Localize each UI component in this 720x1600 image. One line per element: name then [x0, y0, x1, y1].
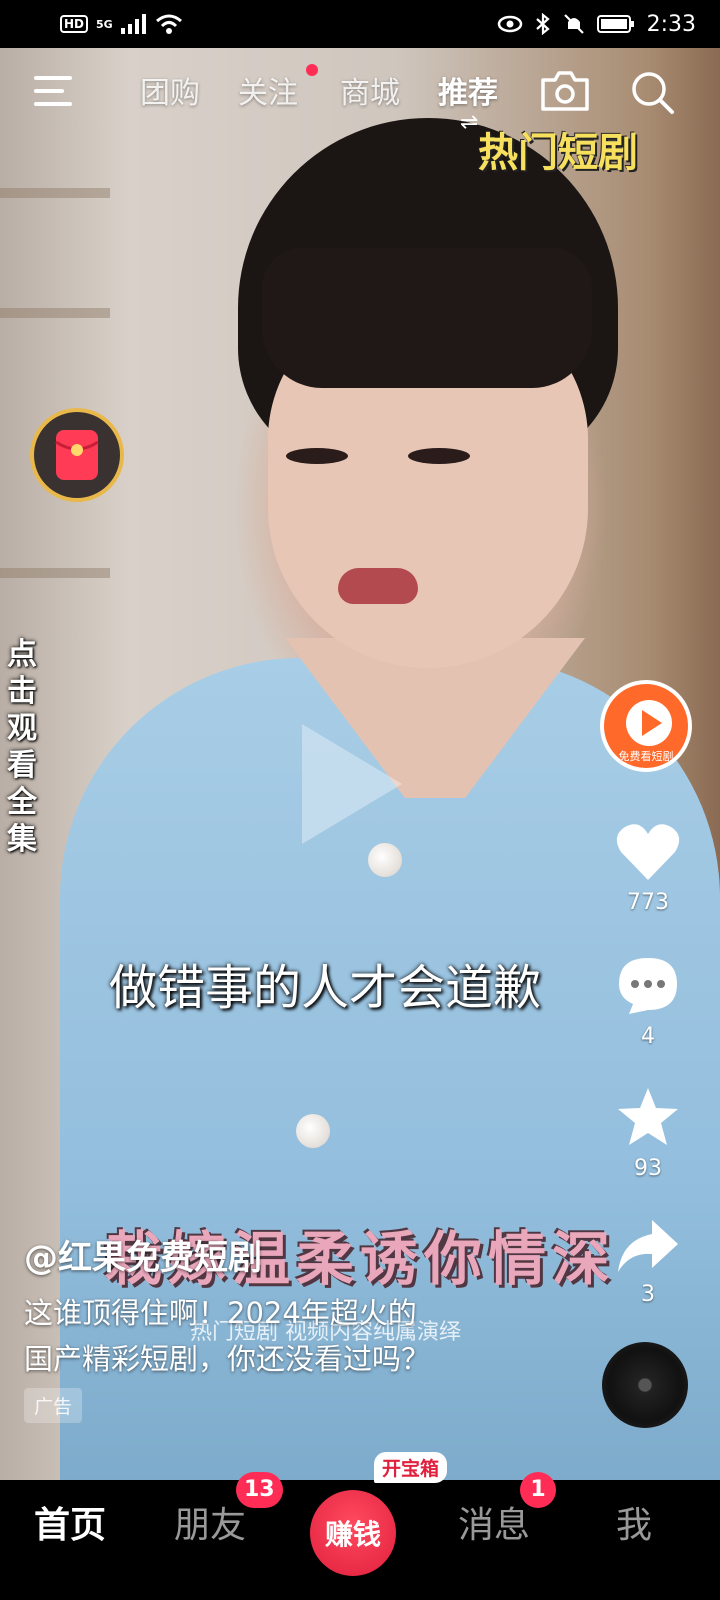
- clock: 2:33: [646, 11, 696, 37]
- ad-label: 广告: [24, 1388, 83, 1423]
- share-count: 3: [641, 1282, 655, 1307]
- tab-mall[interactable]: 商城: [340, 68, 400, 112]
- mute-bell-icon: [563, 14, 584, 34]
- menu-icon[interactable]: [34, 74, 76, 108]
- friends-badge: 13: [236, 1472, 283, 1508]
- caption-char: 击: [7, 674, 37, 709]
- caption-char: 观: [7, 711, 37, 746]
- camera-icon[interactable]: [540, 70, 590, 112]
- earn-button[interactable]: 赚钱: [310, 1490, 396, 1576]
- star-icon: [618, 1088, 678, 1145]
- description-line: 国产精彩短剧，你还没看过吗？: [24, 1342, 431, 1376]
- following-dot: [306, 64, 318, 76]
- red-packet-button[interactable]: [30, 408, 124, 502]
- caption-char: 全: [7, 785, 37, 820]
- description-line: 这谁顶得住啊！2024年超火的: [24, 1296, 417, 1330]
- video-lips: [338, 568, 418, 604]
- video-bangs: [262, 248, 592, 388]
- video-subtitle: 做错事的人才会道歉: [108, 960, 541, 1016]
- status-bar: HD 5G 2:33: [0, 0, 720, 48]
- wifi-icon: [155, 14, 182, 34]
- play-icon: [642, 710, 662, 736]
- like-count: 773: [627, 890, 669, 915]
- dress-button: [296, 1114, 330, 1148]
- app-avatar-label: 免费看短剧: [618, 750, 674, 763]
- play-icon[interactable]: [302, 724, 402, 844]
- earn-label: 赚钱: [324, 1518, 381, 1551]
- tab-following[interactable]: 关注: [238, 68, 298, 112]
- bluetooth-icon: [535, 13, 550, 35]
- messages-badge: 1: [520, 1472, 556, 1508]
- tab-messages[interactable]: 消息: [458, 1496, 530, 1548]
- app-avatar[interactable]: 免费看短剧: [600, 680, 692, 772]
- music-disc[interactable]: [602, 1342, 688, 1428]
- hot-drama-tag[interactable]: 热门短剧: [478, 120, 638, 178]
- network-type: 5G: [96, 17, 113, 31]
- comment-count: 4: [641, 1024, 655, 1049]
- caption-char: 看: [7, 748, 37, 783]
- tab-home[interactable]: 首页: [34, 1496, 106, 1548]
- tab-recommend[interactable]: 推荐: [438, 68, 498, 112]
- favorite-count: 93: [634, 1156, 662, 1181]
- swap-icon: ⇌: [460, 110, 479, 135]
- battery-icon: [596, 15, 634, 33]
- author-name[interactable]: @红果免费短剧: [24, 1230, 262, 1279]
- tab-friends[interactable]: 朋友: [174, 1496, 246, 1548]
- red-envelope-icon: [55, 430, 99, 480]
- favorite-button[interactable]: 93: [608, 1086, 688, 1181]
- like-button[interactable]: 773: [608, 822, 688, 915]
- tab-me[interactable]: 我: [616, 1496, 652, 1548]
- heart-icon: [616, 824, 680, 880]
- tab-group-buy[interactable]: 团购: [140, 68, 200, 112]
- signal-icon: [120, 14, 146, 34]
- hd-badge: HD: [60, 15, 89, 33]
- post-description[interactable]: 这谁顶得住啊！2024年超火的 国产精彩短剧，你还没看过吗？: [24, 1290, 584, 1382]
- bg-shelf: [0, 188, 110, 198]
- watch-all-episodes[interactable]: 点 击 观 看 全 集: [4, 636, 40, 858]
- search-icon[interactable]: [630, 70, 676, 116]
- eye-icon: [497, 15, 522, 33]
- video-eye: [408, 448, 470, 464]
- caption-char: 集: [7, 822, 37, 857]
- bg-shelf: [0, 568, 110, 578]
- open-treasure-tag[interactable]: 开宝箱: [374, 1452, 448, 1483]
- caption-char: 点: [7, 637, 37, 672]
- bg-shelf: [0, 308, 110, 318]
- video-eye: [286, 448, 348, 464]
- dress-button: [368, 843, 402, 877]
- top-nav: 团购 关注 商城 推荐: [0, 60, 720, 124]
